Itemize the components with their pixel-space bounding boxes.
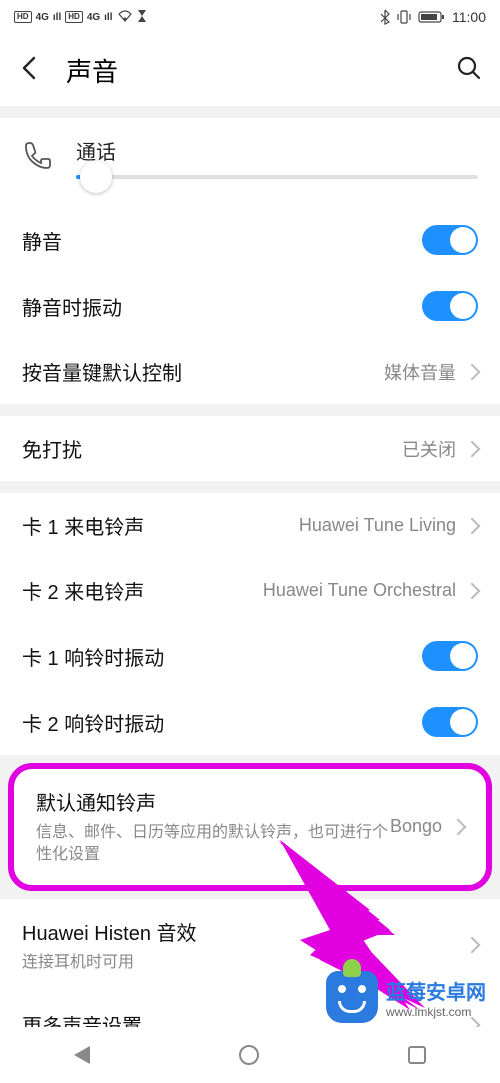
sim2-ringtone-value: Huawei Tune Orchestral bbox=[263, 580, 456, 601]
silent-label: 静音 bbox=[22, 226, 422, 255]
sim1-vibrate-toggle[interactable] bbox=[422, 641, 478, 671]
watermark-url: www.lmkjst.com bbox=[386, 1005, 486, 1019]
status-left: HD 4G ıll HD 4G ıll bbox=[14, 9, 147, 26]
vibrate-on-silent-row[interactable]: 静音时振动 bbox=[0, 273, 500, 339]
nav-back-icon[interactable] bbox=[74, 1046, 90, 1064]
call-volume-label: 通话 bbox=[76, 136, 478, 165]
silent-toggle[interactable] bbox=[422, 225, 478, 255]
sim1-ringtone-row[interactable]: 卡 1 来电铃声 Huawei Tune Living bbox=[0, 493, 500, 558]
watermark: 蓝莓安卓网 www.lmkjst.com bbox=[322, 967, 490, 1027]
call-volume-row: 通话 bbox=[0, 118, 500, 207]
signal-4g-1: 4G bbox=[36, 12, 49, 23]
sim1-vibrate-label: 卡 1 响铃时振动 bbox=[22, 642, 422, 671]
hd1-indicator: HD bbox=[14, 11, 32, 23]
nav-home-icon[interactable] bbox=[239, 1045, 259, 1065]
dnd-value: 已关闭 bbox=[402, 436, 456, 462]
sim1-ringtone-value: Huawei Tune Living bbox=[299, 515, 456, 536]
sim2-vibrate-toggle[interactable] bbox=[422, 707, 478, 737]
chevron-right-icon bbox=[464, 517, 481, 534]
watermark-icon bbox=[326, 971, 378, 1023]
bluetooth-icon bbox=[380, 9, 390, 25]
sim2-vibrate-label: 卡 2 响铃时振动 bbox=[22, 708, 422, 737]
nav-recent-icon[interactable] bbox=[408, 1046, 426, 1064]
chevron-right-icon bbox=[450, 818, 467, 835]
wifi-icon bbox=[117, 10, 133, 25]
chevron-right-icon bbox=[464, 937, 481, 954]
sim2-vibrate-row[interactable]: 卡 2 响铃时振动 bbox=[0, 689, 500, 755]
volume-key-default-value: 媒体音量 bbox=[384, 359, 456, 385]
watermark-title: 蓝莓安卓网 bbox=[386, 976, 486, 1005]
default-notification-value: Bongo bbox=[390, 816, 442, 837]
chevron-right-icon bbox=[464, 363, 481, 380]
status-right: 11:00 bbox=[380, 9, 486, 25]
navigation-bar bbox=[0, 1027, 500, 1083]
sim2-ringtone-row[interactable]: 卡 2 来电铃声 Huawei Tune Orchestral bbox=[0, 558, 500, 623]
sim1-ringtone-label: 卡 1 来电铃声 bbox=[22, 511, 299, 540]
volume-key-default-label: 按音量键默认控制 bbox=[22, 357, 384, 386]
vibrate-icon bbox=[396, 9, 412, 25]
dnd-label: 免打扰 bbox=[22, 434, 402, 463]
hourglass-icon bbox=[137, 9, 147, 26]
search-icon[interactable] bbox=[456, 55, 482, 86]
dnd-row[interactable]: 免打扰 已关闭 bbox=[0, 416, 500, 481]
status-time: 11:00 bbox=[452, 9, 486, 25]
status-bar: HD 4G ıll HD 4G ıll 11:00 bbox=[0, 0, 500, 34]
page-title: 声音 bbox=[66, 52, 434, 89]
volume-key-default-row[interactable]: 按音量键默认控制 媒体音量 bbox=[0, 339, 500, 404]
sim1-vibrate-row[interactable]: 卡 1 响铃时振动 bbox=[0, 623, 500, 689]
chevron-right-icon bbox=[464, 440, 481, 457]
phone-icon bbox=[22, 139, 54, 176]
hd2-indicator: HD bbox=[65, 11, 83, 23]
vibrate-on-silent-toggle[interactable] bbox=[422, 291, 478, 321]
call-volume-slider[interactable] bbox=[76, 175, 478, 179]
back-icon[interactable] bbox=[18, 55, 44, 86]
sim2-ringtone-label: 卡 2 来电铃声 bbox=[22, 576, 263, 605]
app-bar: 声音 bbox=[0, 34, 500, 106]
volume-section: 通话 静音 静音时振动 按音量键默认控制 媒体音量 bbox=[0, 118, 500, 404]
vibrate-on-silent-label: 静音时振动 bbox=[22, 292, 422, 321]
battery-icon bbox=[418, 10, 446, 24]
chevron-right-icon bbox=[464, 582, 481, 599]
silent-row[interactable]: 静音 bbox=[0, 207, 500, 273]
signal-4g-2: 4G bbox=[87, 12, 100, 23]
default-notification-label: 默认通知铃声 bbox=[36, 787, 390, 816]
